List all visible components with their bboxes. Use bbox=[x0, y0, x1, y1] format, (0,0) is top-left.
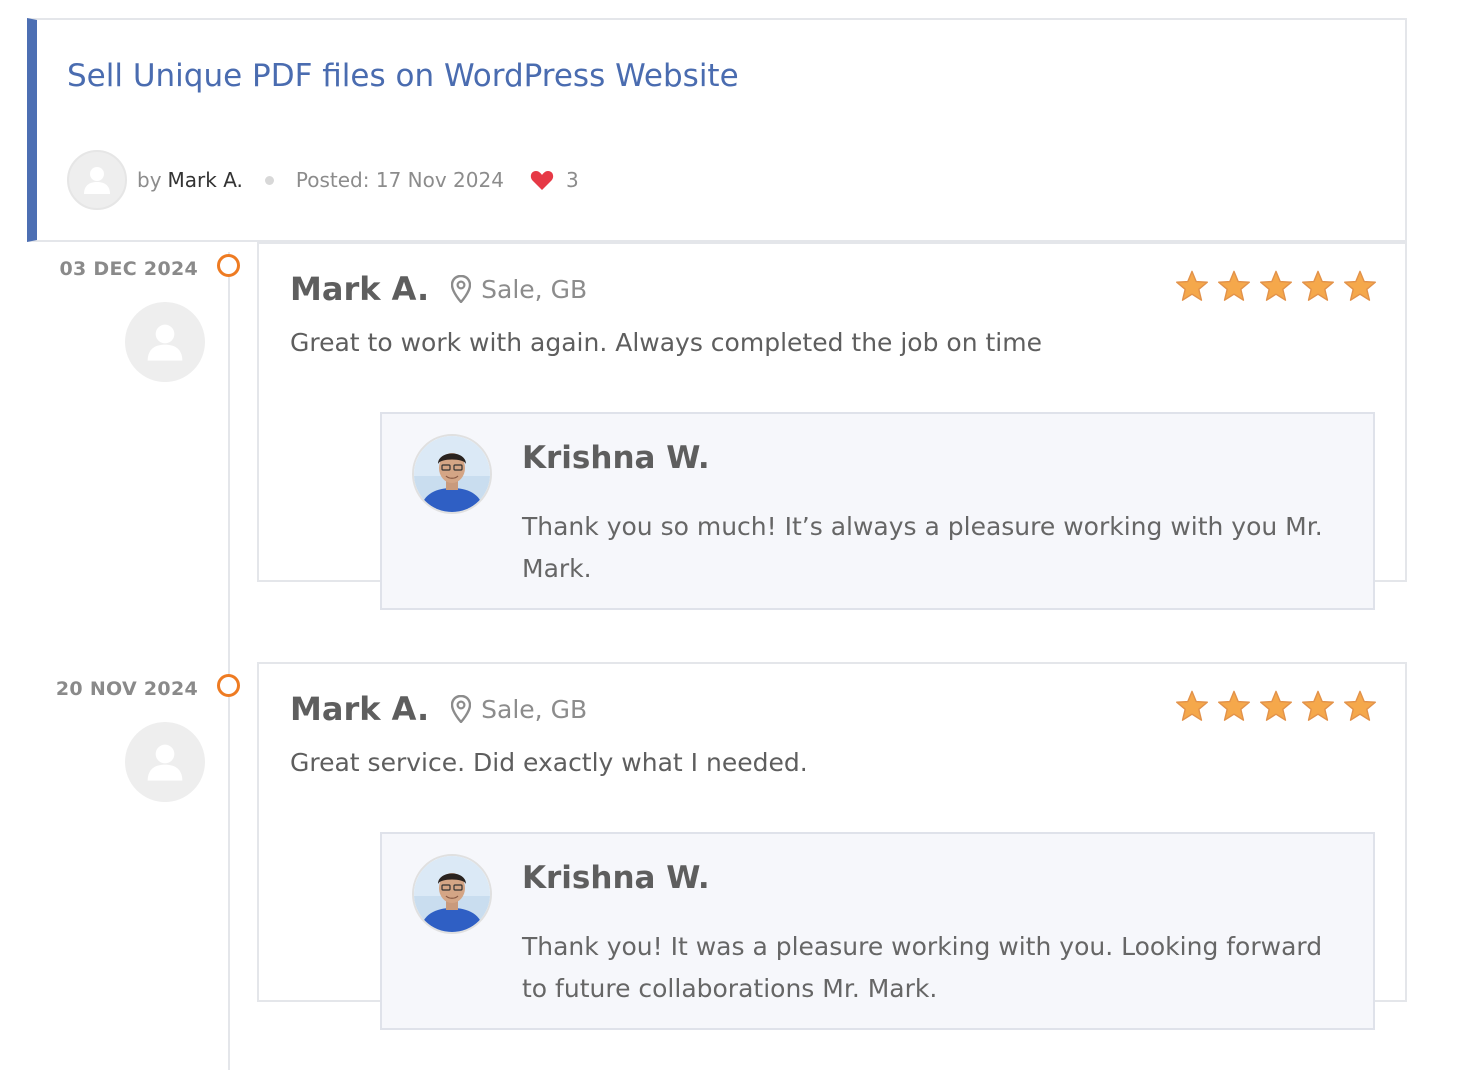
freelancer-photo bbox=[414, 436, 490, 512]
project-title-link[interactable]: Sell Unique PDF files on WordPress Websi… bbox=[67, 58, 739, 94]
reviewer-location: Sale, GB bbox=[481, 274, 588, 304]
like-count: 3 bbox=[565, 168, 579, 192]
star-rating bbox=[1175, 690, 1377, 722]
timeline-line bbox=[228, 252, 230, 1070]
review-text: Great to work with again. Always complet… bbox=[290, 328, 1042, 357]
reply-text: Thank you! It was a pleasure working wit… bbox=[522, 932, 1323, 1003]
star-icon bbox=[1302, 270, 1334, 301]
reply-box: Krishna W. Thank you! It was a pleasure … bbox=[380, 832, 1375, 1030]
timeline-dot bbox=[217, 254, 240, 277]
star-icon bbox=[1260, 690, 1292, 721]
reply-author-name[interactable]: Krishna W. bbox=[522, 440, 710, 476]
review-text: Great service. Did exactly what I needed… bbox=[290, 748, 808, 777]
heart-icon[interactable] bbox=[530, 169, 554, 191]
timeline-dot bbox=[217, 674, 240, 697]
user-silhouette-icon bbox=[147, 744, 183, 781]
by-label: by bbox=[137, 168, 162, 192]
reviewer-avatar[interactable] bbox=[125, 302, 205, 382]
star-icon bbox=[1302, 690, 1334, 721]
star-icon bbox=[1218, 690, 1250, 721]
freelancer-avatar[interactable] bbox=[412, 434, 492, 514]
reply-author-name[interactable]: Krishna W. bbox=[522, 860, 710, 896]
freelancer-avatar[interactable] bbox=[412, 854, 492, 934]
user-silhouette-icon bbox=[84, 167, 110, 194]
review-date: 20 NOV 2024 bbox=[55, 678, 198, 700]
star-icon bbox=[1344, 690, 1376, 721]
freelancer-photo bbox=[414, 856, 490, 932]
review-header: Mark A. Sale, GB bbox=[290, 270, 587, 308]
reviewer-location: Sale, GB bbox=[481, 694, 588, 724]
user-silhouette-icon bbox=[147, 324, 183, 361]
star-icon bbox=[1344, 270, 1376, 301]
location-pin-icon bbox=[451, 695, 472, 723]
reviewer-name[interactable]: Mark A. bbox=[290, 270, 429, 308]
author-name[interactable]: Mark A. bbox=[168, 168, 243, 192]
star-icon bbox=[1176, 270, 1208, 301]
posted-date: Posted: 17 Nov 2024 bbox=[295, 168, 504, 192]
reply-box: Krishna W. Thank you so much! It’s alway… bbox=[380, 412, 1375, 610]
review-date: 03 DEC 2024 bbox=[59, 258, 198, 280]
project-card: Sell Unique PDF files on WordPress Websi… bbox=[27, 18, 1407, 242]
star-icon bbox=[1218, 270, 1250, 301]
reviewer-avatar[interactable] bbox=[125, 722, 205, 802]
reply-text: Thank you so much! It’s always a pleasur… bbox=[522, 512, 1323, 583]
project-meta: by Mark A. Posted: 17 Nov 2024 3 bbox=[67, 150, 579, 210]
star-icon bbox=[1260, 270, 1292, 301]
reviewer-name[interactable]: Mark A. bbox=[290, 690, 429, 728]
location-pin-icon bbox=[451, 275, 472, 303]
star-rating bbox=[1175, 270, 1377, 302]
review-header: Mark A. Sale, GB bbox=[290, 690, 587, 728]
author-avatar[interactable] bbox=[67, 150, 127, 210]
star-icon bbox=[1176, 690, 1208, 721]
meta-separator-dot bbox=[264, 175, 274, 185]
